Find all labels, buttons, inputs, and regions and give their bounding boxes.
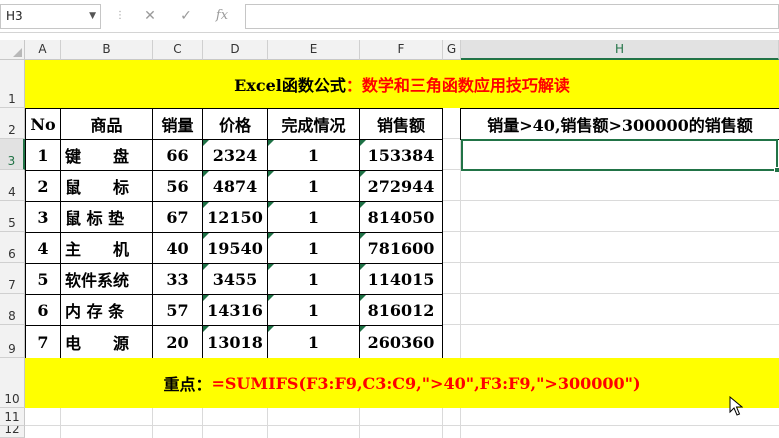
- cell-product[interactable]: 鼠 标 垫: [60, 201, 153, 233]
- column-header-f[interactable]: F: [360, 40, 443, 60]
- cell-product[interactable]: 软件系统: [60, 263, 153, 295]
- column-header-g[interactable]: G: [443, 40, 461, 60]
- title-part-2: 数学和三角函数应用技巧解读: [361, 76, 570, 95]
- title-separator: ：: [345, 76, 362, 95]
- cell-sales-qty[interactable]: 57: [152, 294, 203, 326]
- function-icon[interactable]: fx: [212, 6, 232, 26]
- note-formula: =SUMIFS(F3:F9,C3:C9,">40",F3:F9,">300000…: [211, 373, 641, 393]
- row-header-2[interactable]: 2: [0, 108, 25, 139]
- cell-product[interactable]: 电 源: [60, 325, 153, 359]
- select-all-corner[interactable]: [0, 40, 25, 60]
- title-part-1: Excel函数公式: [234, 76, 346, 95]
- table-header-sales-qty[interactable]: 销量: [152, 108, 203, 140]
- cell-completion[interactable]: 1: [267, 294, 360, 326]
- cell-sales-amount[interactable]: 114015: [359, 263, 443, 295]
- row-header-7[interactable]: 7: [0, 263, 25, 294]
- row-header-3[interactable]: 3: [0, 139, 25, 170]
- cell-no[interactable]: 5: [25, 263, 61, 295]
- column-header-c[interactable]: C: [153, 40, 203, 60]
- cell-sales-qty[interactable]: 40: [152, 232, 203, 264]
- cell-no[interactable]: 3: [25, 201, 61, 233]
- table-header-product[interactable]: 商品: [60, 108, 153, 140]
- row-header-5[interactable]: 5: [0, 201, 25, 232]
- cell-sales-qty[interactable]: 67: [152, 201, 203, 233]
- cell-product[interactable]: 内 存 条: [60, 294, 153, 326]
- cell-price[interactable]: 13018: [202, 325, 268, 359]
- row-header-8[interactable]: 8: [0, 294, 25, 325]
- cell-product[interactable]: 键 盘: [60, 139, 153, 171]
- cell-no[interactable]: 2: [25, 170, 61, 202]
- name-box[interactable]: H3 ▼: [0, 4, 101, 29]
- cell-completion[interactable]: 1: [267, 139, 360, 171]
- row-header-12[interactable]: 12: [0, 426, 25, 438]
- column-header-b[interactable]: B: [61, 40, 153, 60]
- fill-handle[interactable]: [774, 167, 779, 173]
- cell-price[interactable]: 2324: [202, 139, 268, 171]
- column-header-e[interactable]: E: [268, 40, 360, 60]
- cell-no[interactable]: 1: [25, 139, 61, 171]
- row-header-4[interactable]: 4: [0, 170, 25, 201]
- cell-no[interactable]: 6: [25, 294, 61, 326]
- name-box-value: H3: [6, 9, 23, 23]
- cell-sales-qty[interactable]: 33: [152, 263, 203, 295]
- cell-price[interactable]: 12150: [202, 201, 268, 233]
- cell-sales-amount[interactable]: 153384: [359, 139, 443, 171]
- cell-completion[interactable]: 1: [267, 170, 360, 202]
- row-header-6[interactable]: 6: [0, 232, 25, 263]
- cell-completion[interactable]: 1: [267, 325, 360, 359]
- row-header-11[interactable]: 11: [0, 408, 25, 426]
- cell-product[interactable]: 主 机: [60, 232, 153, 264]
- column-header-a[interactable]: A: [25, 40, 61, 60]
- cell-completion[interactable]: 1: [267, 201, 360, 233]
- selected-cell-h3[interactable]: [461, 139, 778, 171]
- cell-sales-amount[interactable]: 816012: [359, 294, 443, 326]
- cell-sales-qty[interactable]: 66: [152, 139, 203, 171]
- cell-price[interactable]: 14316: [202, 294, 268, 326]
- more-icon: ⋮: [115, 10, 125, 21]
- row-header-10[interactable]: 10: [0, 358, 25, 408]
- cell-sales-amount[interactable]: 814050: [359, 201, 443, 233]
- formula-input[interactable]: [245, 4, 779, 29]
- cell-price[interactable]: 4874: [202, 170, 268, 202]
- cell-sales-amount[interactable]: 781600: [359, 232, 443, 264]
- row-header-1[interactable]: 1: [0, 60, 25, 108]
- cell-product[interactable]: 鼠 标: [60, 170, 153, 202]
- cell-sales-amount[interactable]: 272944: [359, 170, 443, 202]
- cell-price[interactable]: 3455: [202, 263, 268, 295]
- cell-no[interactable]: 7: [25, 325, 61, 359]
- gridline: [25, 425, 779, 426]
- cell-completion[interactable]: 1: [267, 263, 360, 295]
- cancel-icon[interactable]: ✕: [140, 6, 160, 26]
- table-header-sales-amount[interactable]: 销售额: [359, 108, 443, 140]
- cell-price[interactable]: 19540: [202, 232, 268, 264]
- cell-no[interactable]: 4: [25, 232, 61, 264]
- formula-note[interactable]: 重点： =SUMIFS(F3:F9,C3:C9,">40",F3:F9,">300…: [25, 358, 779, 408]
- cell-sales-amount[interactable]: 260360: [359, 325, 443, 359]
- column-header-h[interactable]: H: [461, 40, 779, 60]
- sheet-title[interactable]: Excel函数公式：数学和三角函数应用技巧解读: [25, 60, 779, 108]
- check-icon[interactable]: ✓: [176, 6, 196, 26]
- chevron-down-icon[interactable]: ▼: [89, 5, 96, 28]
- cell-sales-qty[interactable]: 56: [152, 170, 203, 202]
- note-label: 重点：: [163, 375, 212, 394]
- table-header-completion[interactable]: 完成情况: [267, 108, 360, 140]
- mouse-pointer-icon: [729, 396, 743, 416]
- row-header-9[interactable]: 9: [0, 325, 25, 358]
- column-header-d[interactable]: D: [203, 40, 268, 60]
- table-header-no[interactable]: No: [25, 108, 61, 140]
- cell-completion[interactable]: 1: [267, 232, 360, 264]
- cell-sales-qty[interactable]: 20: [152, 325, 203, 359]
- table-header-price[interactable]: 价格: [202, 108, 268, 140]
- result-header[interactable]: 销量>40,销售额>300000的销售额: [460, 108, 779, 140]
